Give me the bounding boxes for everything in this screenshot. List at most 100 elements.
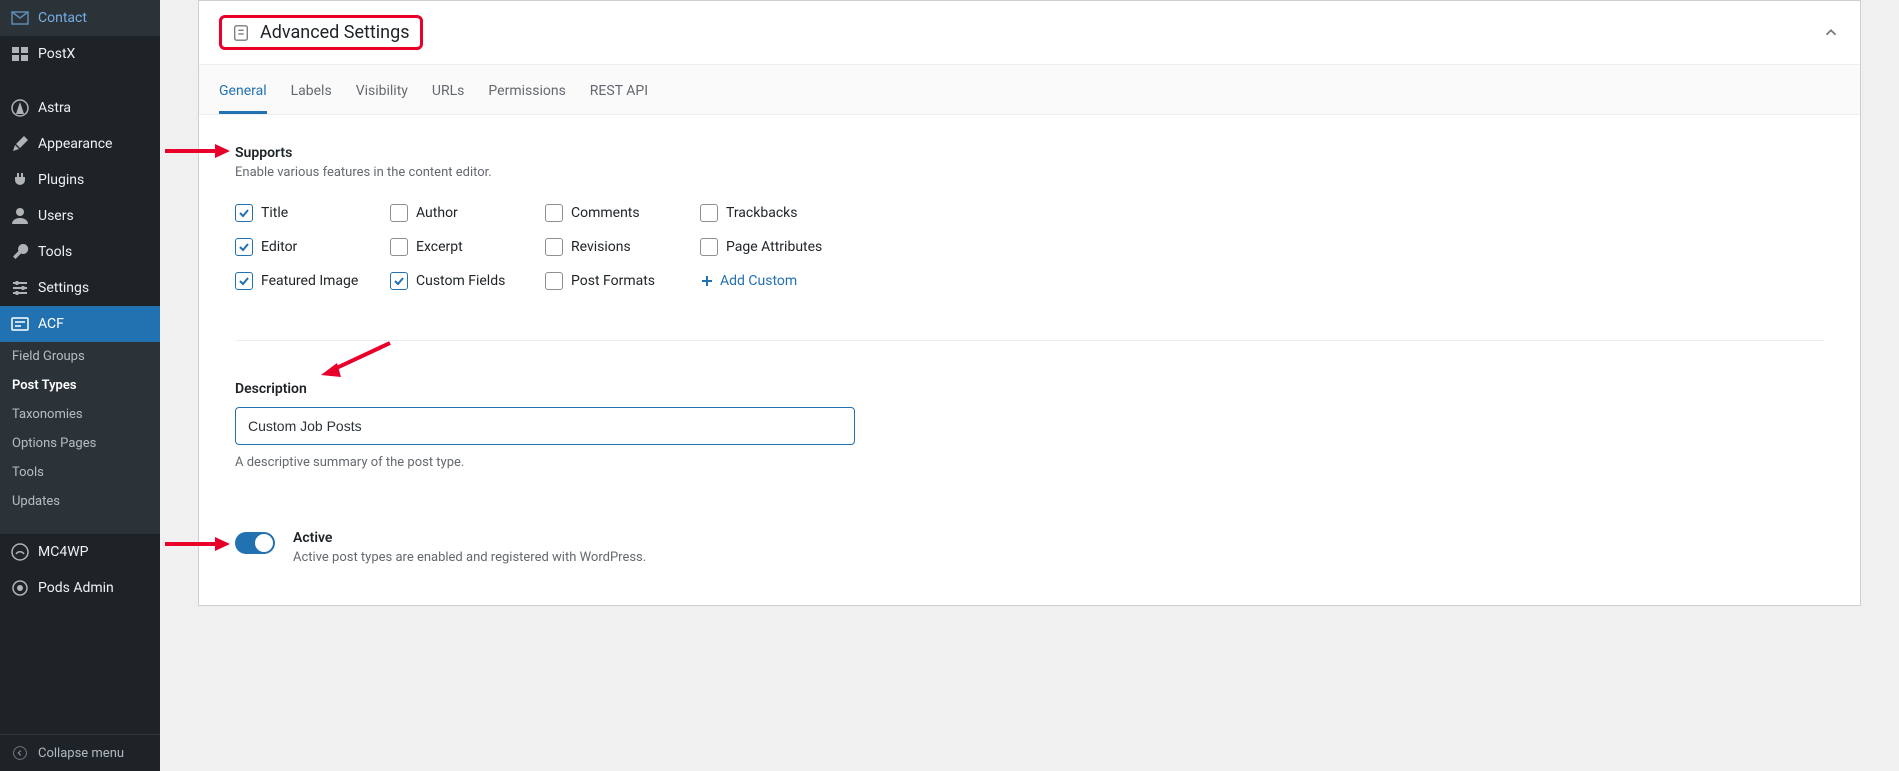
active-toggle[interactable] [235, 532, 275, 554]
checkbox-icon [235, 272, 253, 290]
active-help: Active post types are enabled and regist… [293, 550, 646, 565]
checkbox-icon [700, 238, 718, 256]
checkbox-label: Post Formats [571, 273, 655, 289]
supports-checkbox-excerpt[interactable]: Excerpt [390, 238, 545, 256]
sidebar-label: Plugins [38, 172, 84, 188]
annotation-arrow-icon [315, 341, 395, 381]
annotation-arrow-icon [165, 141, 235, 161]
checkbox-label: Comments [571, 205, 640, 221]
checkbox-icon [390, 204, 408, 222]
sidebar-label: Pods Admin [38, 580, 114, 596]
sidebar-item-appearance[interactable]: Appearance [0, 126, 160, 162]
checkbox-icon [545, 272, 563, 290]
active-section: Active Active post types are enabled and… [235, 530, 1824, 565]
pods-icon [10, 578, 30, 598]
supports-checkbox-custom-fields[interactable]: Custom Fields [390, 272, 545, 290]
sidebar-label: Astra [38, 100, 71, 116]
sidebar-label: Contact [38, 10, 87, 26]
tab-urls[interactable]: URLs [432, 77, 464, 114]
plug-icon [10, 170, 30, 190]
supports-checkbox-trackbacks[interactable]: Trackbacks [700, 204, 855, 222]
tab-rest-api[interactable]: REST API [590, 77, 648, 114]
checkbox-label: Excerpt [416, 239, 463, 255]
description-input[interactable] [235, 407, 855, 445]
description-label: Description [235, 381, 1824, 397]
sidebar-item-settings[interactable]: Settings [0, 270, 160, 306]
supports-checkbox-featured-image[interactable]: Featured Image [235, 272, 390, 290]
supports-checkbox-comments[interactable]: Comments [545, 204, 700, 222]
sidebar-item-acf[interactable]: ACF [0, 306, 160, 342]
supports-checkbox-revisions[interactable]: Revisions [545, 238, 700, 256]
tab-permissions[interactable]: Permissions [488, 77, 565, 114]
tab-general[interactable]: General [219, 77, 267, 114]
submenu-field-groups[interactable]: Field Groups [0, 342, 160, 371]
submenu-updates[interactable]: Updates [0, 487, 160, 516]
supports-title: Supports [235, 145, 1824, 161]
checkbox-label: Editor [261, 239, 297, 255]
checkbox-icon [390, 272, 408, 290]
wrench-icon [10, 242, 30, 262]
supports-checkbox-author[interactable]: Author [390, 204, 545, 222]
collapse-menu[interactable]: Collapse menu [0, 734, 160, 771]
sidebar-item-contact[interactable]: Contact [0, 0, 160, 36]
checkbox-icon [545, 204, 563, 222]
sidebar-item-postx[interactable]: PostX [0, 36, 160, 72]
supports-section: Supports Enable various features in the … [235, 145, 1824, 290]
submenu-tools[interactable]: Tools [0, 458, 160, 487]
brush-icon [10, 134, 30, 154]
tab-labels[interactable]: Labels [291, 77, 332, 114]
checkbox-icon [545, 238, 563, 256]
submenu-options-pages[interactable]: Options Pages [0, 429, 160, 458]
sidebar-label: Tools [38, 244, 72, 260]
supports-help: Enable various features in the content e… [235, 165, 1824, 180]
collapse-icon [10, 743, 30, 763]
panel-title-highlight: Advanced Settings [219, 15, 423, 50]
sidebar-item-tools[interactable]: Tools [0, 234, 160, 270]
checkbox-label: Page Attributes [726, 239, 822, 255]
sidebar-item-users[interactable]: Users [0, 198, 160, 234]
sidebar-label: MC4WP [38, 544, 88, 560]
description-hint: A descriptive summary of the post type. [235, 455, 1824, 470]
checkbox-label: Trackbacks [726, 205, 797, 221]
supports-checkbox-title[interactable]: Title [235, 204, 390, 222]
plus-icon [700, 274, 714, 288]
checkbox-icon [700, 204, 718, 222]
tab-visibility[interactable]: Visibility [356, 77, 408, 114]
checkbox-label: Custom Fields [416, 273, 505, 289]
admin-sidebar: Contact PostX Astra Appearance Plugins U… [0, 0, 160, 771]
mc-icon [10, 542, 30, 562]
checkbox-label: Author [416, 205, 458, 221]
sidebar-item-plugins[interactable]: Plugins [0, 162, 160, 198]
checkbox-label: Title [261, 205, 288, 221]
supports-checkbox-editor[interactable]: Editor [235, 238, 390, 256]
advanced-settings-panel: Advanced Settings General Labels Visibil… [198, 0, 1861, 606]
active-label: Active [293, 530, 646, 546]
add-custom-button[interactable]: Add Custom [700, 272, 855, 290]
panel-collapse-toggle[interactable] [1822, 24, 1840, 42]
document-icon [232, 24, 250, 42]
panel-title: Advanced Settings [260, 22, 410, 43]
sidebar-item-mc4wp[interactable]: MC4WP [0, 534, 160, 570]
supports-checkbox-page-attributes[interactable]: Page Attributes [700, 238, 855, 256]
postx-icon [10, 44, 30, 64]
mail-icon [10, 8, 30, 28]
annotation-arrow-icon [165, 534, 235, 554]
sidebar-label: Appearance [38, 136, 112, 152]
checkbox-icon [235, 204, 253, 222]
settings-tabs: General Labels Visibility URLs Permissio… [199, 65, 1860, 115]
submenu-taxonomies[interactable]: Taxonomies [0, 400, 160, 429]
astra-icon [10, 98, 30, 118]
main-content: Advanced Settings General Labels Visibil… [160, 0, 1899, 771]
submenu-post-types[interactable]: Post Types [0, 371, 160, 400]
description-section: Description A descriptive summary of the… [235, 381, 1824, 470]
sliders-icon [10, 278, 30, 298]
sidebar-label: PostX [38, 46, 75, 62]
sidebar-item-astra[interactable]: Astra [0, 90, 160, 126]
checkbox-icon [235, 238, 253, 256]
panel-header: Advanced Settings [199, 1, 1860, 65]
sidebar-item-pods[interactable]: Pods Admin [0, 570, 160, 606]
user-icon [10, 206, 30, 226]
acf-icon [10, 314, 30, 334]
supports-checkbox-post-formats[interactable]: Post Formats [545, 272, 700, 290]
checkbox-icon [390, 238, 408, 256]
